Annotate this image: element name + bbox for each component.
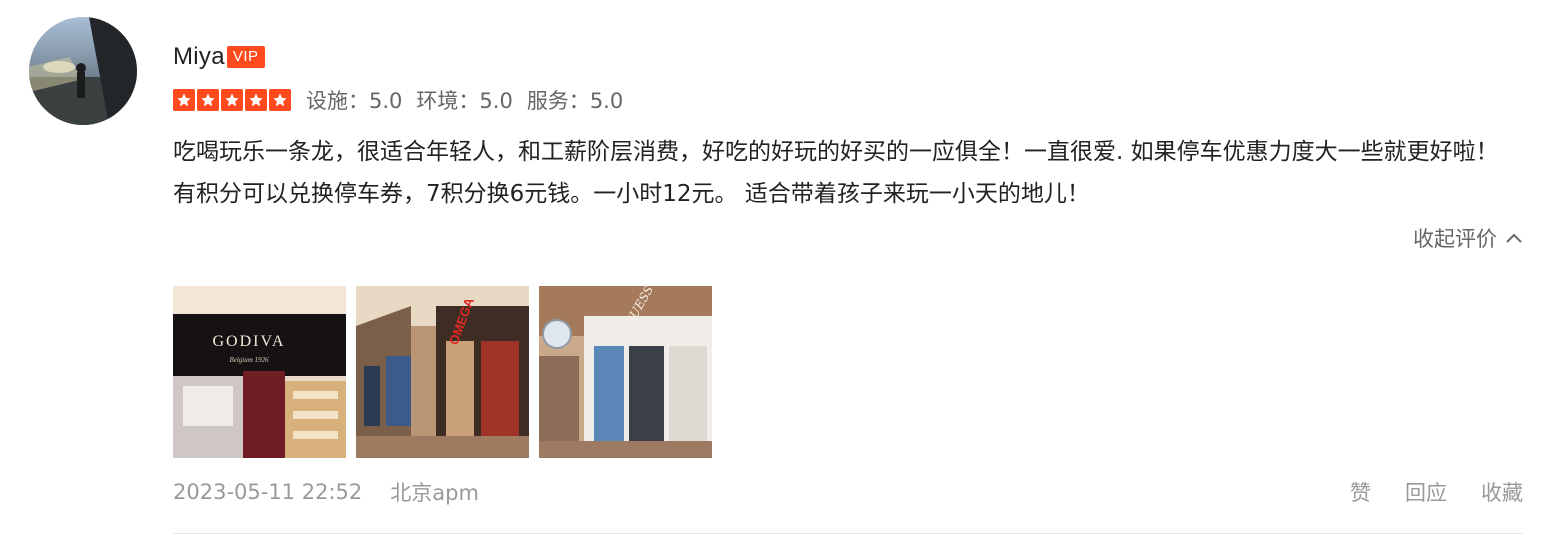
- photo-gallery: GODIVA Belgium 1926 OMEGA GUESS: [173, 286, 712, 458]
- divider: [173, 533, 1523, 534]
- score-label: 设施：: [306, 89, 369, 113]
- star-icon: [173, 89, 195, 111]
- score-service: 服务：5.0: [527, 85, 623, 115]
- review-location[interactable]: 北京apm: [390, 477, 479, 507]
- score-environment: 环境：5.0: [416, 85, 512, 115]
- photo-sign-subtext: Belgium 1926: [229, 356, 269, 364]
- avatar[interactable]: [29, 17, 137, 125]
- user-header: Miya VIP: [173, 40, 265, 74]
- score-label: 环境：: [416, 89, 480, 113]
- collapse-review-button[interactable]: 收起评价: [1413, 222, 1523, 254]
- like-button[interactable]: 赞: [1350, 477, 1371, 507]
- review-datetime: 2023-05-11 22:52: [173, 480, 363, 504]
- score-label: 服务：: [526, 89, 590, 113]
- review-meta: 2023-05-11 22:52 北京apm: [173, 476, 479, 508]
- review-text: 吃喝玩乐一条龙，很适合年轻人，和工薪阶层消费，好吃的好玩的好买的一应俱全！一直很…: [173, 139, 1499, 207]
- score-facilities: 设施：5.0: [306, 85, 402, 115]
- star-icon: [269, 89, 291, 111]
- star-icon: [221, 89, 243, 111]
- review-photo-godiva[interactable]: GODIVA Belgium 1926: [173, 286, 346, 458]
- collapse-label: 收起评价: [1413, 227, 1497, 251]
- favorite-button[interactable]: 收藏: [1481, 477, 1523, 507]
- star-icon: [245, 89, 267, 111]
- review-photo-omega[interactable]: OMEGA: [356, 286, 529, 458]
- star-icon: [197, 89, 219, 111]
- chevron-up-icon: [1506, 233, 1522, 243]
- vip-badge: VIP: [226, 46, 265, 68]
- review-item: Miya VIP 设施：5.0 环境：5.0 服务：5.0 吃喝玩乐一条龙，很适…: [0, 0, 1556, 536]
- score-list: 设施：5.0 环境：5.0 服务：5.0: [306, 85, 623, 115]
- review-actions: 赞 回应 收藏: [1350, 476, 1523, 508]
- rating-row: 设施：5.0 环境：5.0 服务：5.0: [173, 84, 623, 116]
- username[interactable]: Miya: [173, 43, 225, 71]
- score-value: 5.0: [479, 89, 513, 113]
- score-value: 5.0: [589, 89, 624, 113]
- photo-sign-text: GODIVA: [212, 333, 285, 350]
- star-rating: [173, 89, 291, 111]
- score-value: 5.0: [369, 89, 403, 113]
- avatar-image: [29, 17, 137, 125]
- review-photo-guess[interactable]: GUESS: [539, 286, 712, 458]
- reply-button[interactable]: 回应: [1405, 477, 1447, 507]
